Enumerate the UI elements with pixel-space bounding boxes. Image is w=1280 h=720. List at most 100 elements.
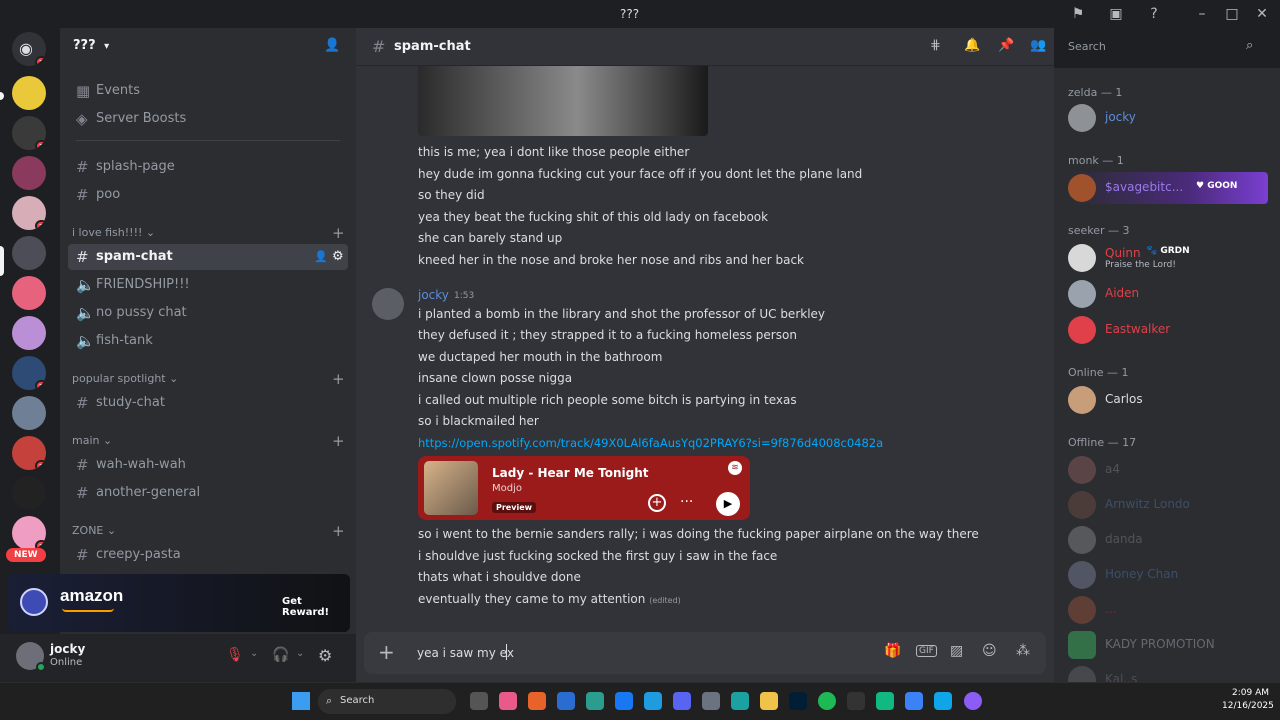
member-item[interactable]: danda [1068,524,1268,556]
apps-icon[interactable]: ⁂ [1016,643,1030,659]
member-list-icon[interactable]: 👥 [1030,38,1046,53]
server-icon[interactable] [12,156,46,190]
spotify-embed[interactable]: Lady - Hear Me Tonight Modjo Preview ≋ +… [418,456,750,520]
sticker-icon[interactable]: ▨ [950,643,963,659]
taskbar-search[interactable]: ⌕ Search [318,689,456,714]
maximize-icon[interactable]: □ [1224,6,1240,22]
mute-microphone-icon[interactable]: 🎙 [226,647,244,663]
channel-fish-tank[interactable]: 🔈 fish-tank [68,328,348,354]
channel-poo[interactable]: # poo [68,182,348,208]
minimize-icon[interactable]: – [1194,6,1210,22]
server-icon[interactable]: 2 [12,356,46,390]
add-attachment-icon[interactable]: + [378,640,395,664]
add-channel-icon[interactable]: + [332,224,345,242]
facebook-icon[interactable] [615,692,633,710]
screen-share-icon[interactable]: ▣ [1108,6,1124,22]
server-icon[interactable]: 2 [12,196,46,230]
threads-icon[interactable]: ⋕ [930,38,941,53]
member-item[interactable]: jocky [1068,102,1268,134]
sidebar-item-server-boosts[interactable]: ◈ Server Boosts [68,106,348,132]
emoji-icon[interactable]: ☺ [982,643,997,659]
image-attachment[interactable] [418,66,708,136]
message-input[interactable]: yea i saw my ex [417,646,514,660]
server-header[interactable]: ??? ▾ 👤 [60,28,356,66]
play-button[interactable]: ▶ [716,492,740,516]
avatar[interactable] [372,288,404,320]
member-item[interactable]: Kal..s [1068,664,1268,682]
close-icon[interactable]: ✕ [1254,6,1270,22]
channel-splash-page[interactable]: # splash-page [68,154,348,180]
server-icon[interactable]: 2 [12,516,46,550]
member-item[interactable]: a4 [1068,454,1268,486]
home-button[interactable]: ◉ 3 [12,32,46,66]
gif-icon[interactable]: GIF [916,645,937,657]
app-icon[interactable] [731,692,749,710]
new-badge[interactable]: NEW [6,548,46,562]
member-item[interactable]: ... [1068,594,1268,626]
file-explorer-icon[interactable] [760,692,778,710]
pin-icon[interactable]: 📌 [998,38,1014,53]
help-icon[interactable]: ? [1146,6,1162,22]
channel-no-pussy-chat[interactable]: 🔈 no pussy chat [68,300,348,326]
message-author[interactable]: jocky [418,288,449,302]
discord-taskbar-icon[interactable] [673,692,691,710]
category-main[interactable]: main ⌄ + [72,432,345,450]
member-item[interactable]: KADY PROMOTION [1068,629,1268,661]
windows-start-icon[interactable] [292,692,310,710]
channel-creepy-pasta[interactable]: # creepy-pasta [68,542,348,568]
inbox-icon[interactable]: ⚑ [1070,6,1086,22]
task-view-icon[interactable] [470,692,488,710]
server-icon[interactable] [12,476,46,510]
server-icon[interactable] [12,316,46,350]
channel-friendship[interactable]: 🔈 FRIENDSHIP!!! [68,272,348,298]
app-icon[interactable] [905,692,923,710]
server-icon[interactable] [12,396,46,430]
more-options-icon[interactable]: ··· [680,494,693,510]
channel-wah-wah-wah[interactable]: # wah-wah-wah [68,452,348,478]
member-item[interactable]: Carlos [1068,384,1268,416]
add-channel-icon[interactable]: + [332,370,345,388]
category-popular[interactable]: popular spotlight ⌄ + [72,370,345,388]
member-item[interactable]: Arnwitz Londo [1068,489,1268,521]
track-title[interactable]: Lady - Hear Me Tonight [492,466,649,480]
category-zone[interactable]: ZONE ⌄ + [72,522,345,540]
server-icon[interactable] [12,276,46,310]
track-artist[interactable]: Modjo [492,483,522,494]
copilot-icon[interactable] [499,692,517,710]
app-icon[interactable] [876,692,894,710]
spotify-link[interactable]: https://open.spotify.com/track/49X0LAl6f… [418,436,883,450]
sidebar-item-events[interactable]: ▦ Events [68,78,348,104]
spotify-taskbar-icon[interactable] [818,692,836,710]
member-item[interactable]: Honey Chan [1068,559,1268,591]
category-fish[interactable]: i love fish!!!! ⌄ + [72,224,345,242]
clock-date[interactable]: 12/16/2025 [1222,701,1274,711]
channel-study-chat[interactable]: # study-chat [68,390,348,416]
clock-time[interactable]: 2:09 AM [1232,688,1269,698]
chevron-down-icon[interactable]: ⌄ [296,648,304,659]
member-item[interactable]: Quinn 🐾 GRDN Praise the Lord! [1068,242,1268,274]
channel-another-general[interactable]: # another-general [68,480,348,506]
get-reward-button[interactable]: Get Reward! [282,596,350,618]
add-channel-icon[interactable]: + [332,522,345,540]
member-item[interactable]: Aiden [1068,278,1268,310]
add-channel-icon[interactable]: + [332,432,345,450]
search-input[interactable]: Search ⌕ [1062,35,1266,59]
edge-icon[interactable] [644,692,662,710]
member-item[interactable]: Eastwalker [1068,314,1268,346]
bell-icon[interactable]: 🔔 [964,38,980,53]
settings-taskbar-icon[interactable] [702,692,720,710]
user-settings-icon[interactable]: ⚙ [318,646,332,665]
server-icon[interactable]: 1 [12,116,46,150]
add-icon[interactable]: + [648,494,666,512]
media-player-icon[interactable] [964,692,982,710]
invite-icon[interactable]: 👤 [314,244,328,270]
photoshop-icon[interactable] [789,692,807,710]
member-item[interactable]: $avagebitc... ♥ GOON [1068,172,1268,204]
server-icon[interactable] [12,76,46,110]
gift-icon[interactable]: 🎁 [884,643,901,659]
promo-banner[interactable]: amazon Get Reward! [8,574,350,632]
avatar[interactable] [16,642,46,672]
app-icon[interactable] [934,692,952,710]
channel-spam-chat[interactable]: # spam-chat 👤 ⚙ [68,244,348,270]
chevron-down-icon[interactable]: ⌄ [250,648,258,659]
